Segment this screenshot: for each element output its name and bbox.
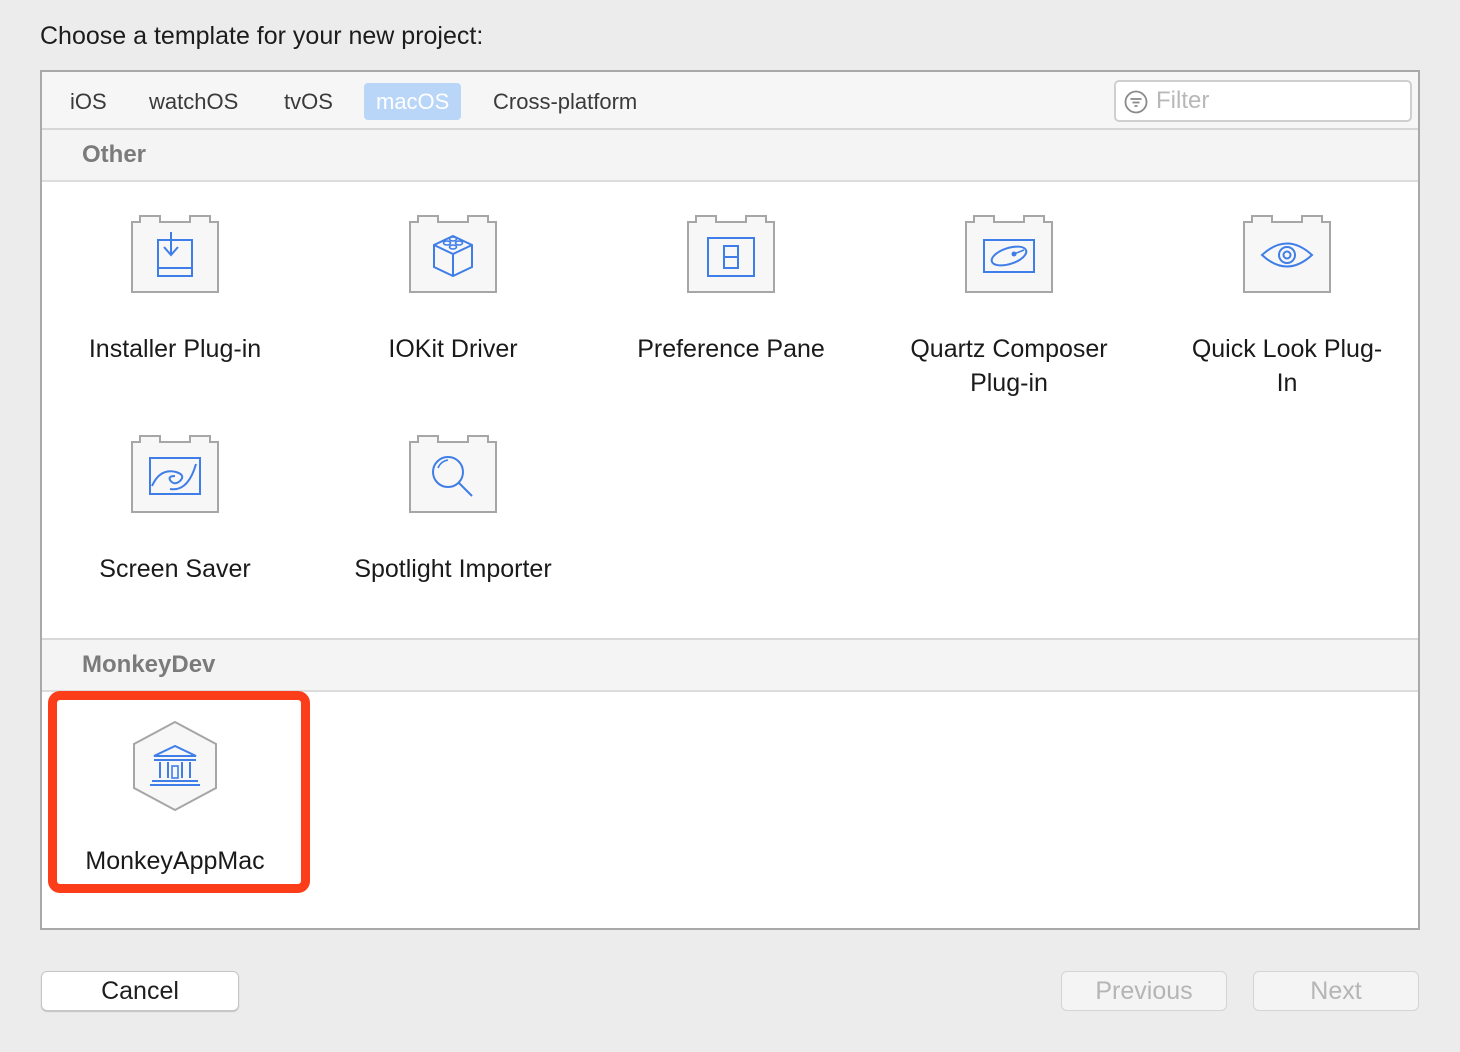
tab-ios[interactable]: iOS bbox=[58, 83, 119, 120]
template-label-line-1: Quartz Composer bbox=[910, 335, 1108, 363]
previous-button[interactable]: Previous bbox=[1061, 971, 1227, 1011]
template-label-line-2: Plug-in bbox=[970, 369, 1048, 397]
template-quartz-composer-plug-in[interactable]: Quartz Composer Plug-in bbox=[876, 214, 1142, 414]
filter-field[interactable] bbox=[1114, 80, 1412, 122]
section-header-other: Other bbox=[42, 130, 1418, 182]
template-installer-plug-in[interactable]: Installer Plug-in bbox=[42, 214, 308, 414]
template-screen-saver[interactable]: Screen Saver bbox=[42, 434, 308, 614]
template-chooser-panel: iOS watchOS tvOS macOS Cross-platform Ot… bbox=[40, 70, 1420, 930]
cancel-button[interactable]: Cancel bbox=[41, 971, 239, 1011]
template-iokit-driver[interactable]: IOKit Driver bbox=[320, 214, 586, 414]
tab-tvos[interactable]: tvOS bbox=[272, 83, 345, 120]
template-label-line-2: In bbox=[1276, 369, 1298, 397]
eye-icon bbox=[1243, 215, 1331, 293]
template-preference-pane[interactable]: Preference Pane bbox=[598, 214, 864, 414]
preference-pane-icon bbox=[687, 215, 775, 293]
template-label: Installer Plug-in bbox=[88, 335, 262, 363]
template-label: Screen Saver bbox=[99, 555, 251, 583]
quartz-composer-icon bbox=[965, 215, 1053, 293]
section-title: MonkeyDev bbox=[82, 651, 216, 678]
tab-watchos[interactable]: watchOS bbox=[137, 83, 250, 120]
filter-input[interactable] bbox=[1156, 85, 1401, 117]
prompt-label: Choose a template for your new project: bbox=[40, 22, 484, 50]
tab-cross-platform[interactable]: Cross-platform bbox=[481, 83, 649, 120]
template-spotlight-importer[interactable]: Spotlight Importer bbox=[320, 434, 586, 614]
section-title: Other bbox=[82, 141, 147, 168]
installer-icon bbox=[131, 215, 219, 293]
template-label: Preference Pane bbox=[637, 335, 825, 363]
platform-tab-bar: iOS watchOS tvOS macOS Cross-platform bbox=[42, 72, 1418, 130]
screen-saver-icon bbox=[131, 435, 219, 513]
filter-icon bbox=[1124, 90, 1148, 114]
section-header-monkeydev: MonkeyDev bbox=[42, 640, 1418, 692]
template-quick-look-plug-in[interactable]: Quick Look Plug- In bbox=[1154, 214, 1418, 414]
template-label: IOKit Driver bbox=[388, 335, 518, 363]
selection-highlight bbox=[48, 691, 310, 893]
next-button[interactable]: Next bbox=[1253, 971, 1419, 1011]
tab-macos[interactable]: macOS bbox=[364, 83, 462, 120]
iokit-cube-icon bbox=[409, 215, 497, 293]
template-label: Spotlight Importer bbox=[354, 555, 552, 583]
template-label-line-1: Quick Look Plug- bbox=[1191, 335, 1383, 363]
magnifier-icon bbox=[409, 435, 497, 513]
